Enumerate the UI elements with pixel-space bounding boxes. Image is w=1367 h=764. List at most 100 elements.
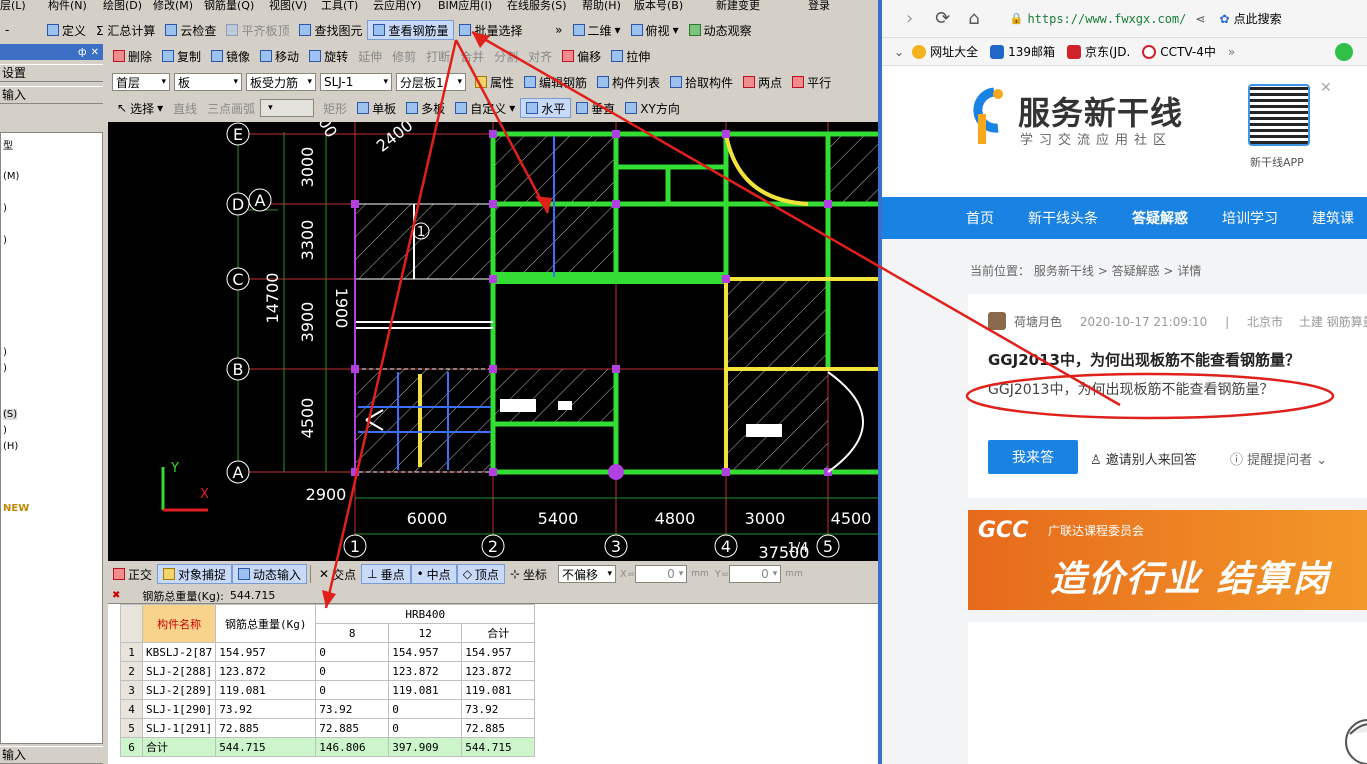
layer-select[interactable]: 分层板1: [396, 73, 466, 91]
element-tree[interactable]: 型 (M) ) ) ) ) (S) ) (H) NEW: [0, 132, 103, 744]
table-row[interactable]: 2 SLJ-2[288] 123.872 0 123.872 123.872: [120, 661, 536, 681]
edit-rebar-button[interactable]: 编辑钢筋: [519, 72, 592, 92]
ad-banner[interactable]: GCC 广联达课程委员会 造价行业 结算岗: [968, 510, 1367, 610]
element-select[interactable]: SLJ-1: [320, 73, 392, 91]
tree-item[interactable]: ): [3, 203, 7, 214]
floor-select[interactable]: 首层: [112, 73, 170, 91]
menu-draw[interactable]: 绘图(D): [103, 0, 142, 12]
dynamic-view-button[interactable]: 动态观察: [684, 20, 757, 40]
mirror-button[interactable]: 镜像: [206, 46, 255, 66]
nav-home[interactable]: 首页: [966, 208, 994, 228]
arc3-button[interactable]: 三点画弧: [202, 98, 260, 118]
tree-item[interactable]: ): [3, 347, 7, 358]
search-hint[interactable]: 点此搜索: [1234, 10, 1282, 27]
line-button[interactable]: 直线: [168, 98, 202, 118]
rotate-button[interactable]: 旋转: [304, 46, 353, 66]
answer-button[interactable]: 我来答: [988, 440, 1078, 474]
object-snap-toggle[interactable]: 对象捕捉: [157, 564, 233, 584]
bookmark-item[interactable]: 京东(JD.: [1066, 43, 1130, 60]
xy-direction-button[interactable]: XY方向: [620, 98, 685, 118]
remind-button[interactable]: ⓘ 提醒提问者 ⌄: [1230, 449, 1327, 468]
delete-button[interactable]: 删除: [108, 46, 157, 66]
panel-item-settings[interactable]: 设置: [0, 64, 103, 82]
breadcrumb-link[interactable]: 服务新干线: [1034, 264, 1094, 278]
two-points-button[interactable]: 两点: [738, 72, 787, 92]
close-icon[interactable]: ✖: [112, 590, 120, 601]
panel-item-input[interactable]: 输入: [0, 86, 103, 104]
intersection-toggle[interactable]: ✕ 交点: [314, 564, 361, 584]
view-top-dropdown[interactable]: 俯视 ▾: [626, 20, 684, 40]
cloud-check-button[interactable]: 云检查: [160, 20, 221, 40]
align-button[interactable]: 对齐: [523, 46, 557, 66]
batch-select-button[interactable]: 批量选择: [454, 20, 527, 40]
split-button[interactable]: 分割: [489, 46, 523, 66]
cad-canvas[interactable]: E D A C B A 1 2 3 4 5 1 6000 5400 4800 3…: [108, 122, 878, 561]
rect-button[interactable]: 矩形: [318, 98, 352, 118]
paw-icon[interactable]: ✿: [1220, 12, 1230, 26]
menu-login[interactable]: 登录: [808, 0, 830, 12]
view-2d-dropdown[interactable]: 二维 ▾: [568, 20, 626, 40]
menu-version[interactable]: 版本号(B): [634, 0, 683, 12]
tree-item[interactable]: (H): [3, 441, 18, 452]
move-button[interactable]: 移动: [255, 46, 304, 66]
menu-new-change[interactable]: 新建变更: [716, 0, 760, 12]
close-icon[interactable]: ✕: [91, 47, 99, 58]
chevron-down-icon[interactable]: ⌄: [894, 45, 904, 59]
menu-modify[interactable]: 修改(M): [153, 0, 193, 12]
multi-slab-button[interactable]: 多板: [401, 98, 450, 118]
tree-item[interactable]: 型: [3, 137, 13, 152]
share-icon[interactable]: ⋖: [1195, 12, 1205, 26]
offset-button[interactable]: 偏移: [557, 46, 606, 66]
menu-rebar[interactable]: 钢筋量(Q): [204, 0, 254, 12]
site-logo-title[interactable]: 服务新干线: [1018, 88, 1183, 134]
panel-item-input-bottom[interactable]: 输入: [0, 746, 103, 764]
header-element-name[interactable]: 构件名称: [141, 604, 217, 643]
x-input[interactable]: 0: [635, 565, 688, 583]
post-tags[interactable]: 土建 钢筋算量GG: [1299, 315, 1367, 329]
menu-view[interactable]: 视图(V): [269, 0, 307, 12]
merge-button[interactable]: 合并: [455, 46, 489, 66]
define-button[interactable]: 定义: [42, 20, 91, 40]
tree-item[interactable]: ): [3, 235, 7, 246]
trim-button[interactable]: 修剪: [387, 46, 421, 66]
nav-qa[interactable]: 答疑解惑: [1132, 208, 1188, 228]
subtype-select[interactable]: 板受力筋: [246, 73, 316, 91]
menu-element[interactable]: 构件(N): [48, 0, 87, 12]
header-total-weight[interactable]: 钢筋总重量(Kg): [215, 604, 317, 643]
midpoint-toggle[interactable]: • 中点: [410, 564, 457, 584]
align-top-button[interactable]: 平齐板顶: [221, 20, 294, 40]
find-element-button[interactable]: 查找图元: [294, 20, 367, 40]
view-rebar-button[interactable]: 查看钢筋量: [367, 20, 455, 40]
parallel-button[interactable]: 平行: [787, 72, 836, 92]
y-input[interactable]: 0: [729, 565, 782, 583]
offset-select[interactable]: 不偏移: [558, 565, 617, 583]
author-name[interactable]: 荷塘月色: [1014, 315, 1062, 329]
ortho-toggle[interactable]: 正交: [108, 564, 157, 584]
tree-item[interactable]: (S): [3, 409, 18, 420]
vertical-button[interactable]: 垂直: [571, 98, 620, 118]
type-select[interactable]: 板: [174, 73, 242, 91]
more-bookmarks-icon[interactable]: »: [1228, 45, 1235, 59]
table-row[interactable]: 4 SLJ-1[290] 73.92 73.92 0 73.92: [120, 699, 536, 719]
home-icon[interactable]: ⌂: [968, 8, 979, 29]
pick-element-button[interactable]: 拾取构件: [665, 72, 738, 92]
menu-help[interactable]: 帮助(H): [582, 0, 621, 12]
horizontal-button[interactable]: 水平: [520, 98, 572, 118]
menu-cloud[interactable]: 云应用(Y): [373, 0, 421, 12]
menu-tools[interactable]: 工具(T): [321, 0, 358, 12]
invite-button[interactable]: ♙ 邀请别人来回答: [1090, 449, 1197, 468]
close-icon[interactable]: ✕: [1320, 80, 1332, 96]
break-button[interactable]: 打断: [421, 46, 455, 66]
url-bar[interactable]: https://www.fwxgx.com/q: [1027, 12, 1187, 26]
bookmark-item[interactable]: 网址大全: [912, 43, 978, 60]
menu-online[interactable]: 在线服务(S): [507, 0, 567, 12]
dynamic-input-toggle[interactable]: 动态输入: [232, 564, 308, 584]
element-list-button[interactable]: 构件列表: [592, 72, 665, 92]
nav-training[interactable]: 培训学习: [1222, 208, 1278, 228]
nav-building[interactable]: 建筑课: [1312, 208, 1354, 228]
menu-bim[interactable]: BIM应用(I): [438, 0, 492, 12]
table-row-total[interactable]: 6 合计 544.715 146.806 397.909 544.715: [120, 737, 536, 757]
pin-icon[interactable]: ф: [78, 47, 87, 58]
breadcrumb-link[interactable]: 答疑解惑: [1112, 264, 1160, 278]
extend-button[interactable]: 延伸: [353, 46, 387, 66]
